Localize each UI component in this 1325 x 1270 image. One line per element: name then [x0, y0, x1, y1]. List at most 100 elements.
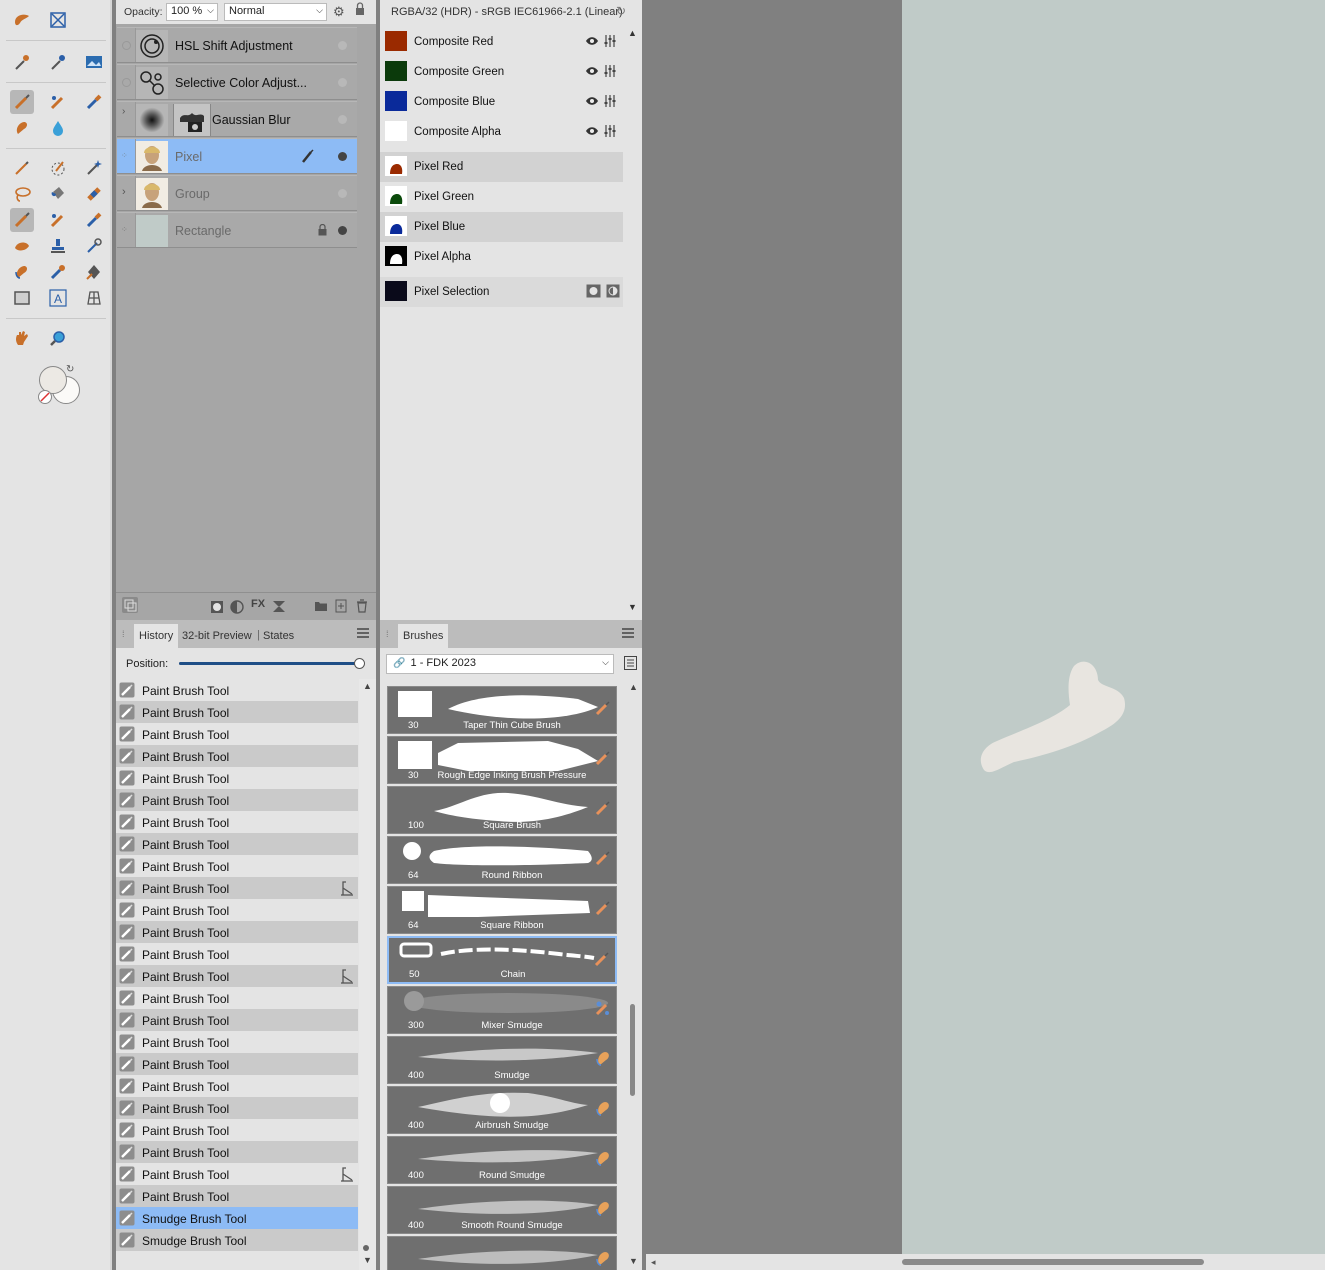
- flood-fill-tool-icon[interactable]: [46, 182, 70, 206]
- healing-tool-icon[interactable]: [82, 182, 106, 206]
- swap-colors-icon[interactable]: ↻: [66, 364, 74, 375]
- clone-stamp-tool-icon[interactable]: [46, 234, 70, 258]
- channel-pixel-red[interactable]: Pixel Red: [380, 152, 623, 182]
- channel-levels-icon[interactable]: [603, 64, 617, 81]
- panel-grip-icon[interactable]: ⁞: [386, 629, 389, 639]
- mixer-brush-alt-tool-icon[interactable]: [46, 208, 70, 232]
- lock-icon[interactable]: [318, 223, 327, 239]
- eye-icon[interactable]: [585, 96, 599, 109]
- history-item[interactable]: Paint Brush Tool: [116, 745, 358, 767]
- panel-grip-icon[interactable]: ⁞: [122, 629, 125, 639]
- snapshot-marker-icon[interactable]: [340, 880, 354, 899]
- mask-icon[interactable]: [586, 284, 601, 301]
- scroll-down-arrow-icon[interactable]: ▼: [363, 1255, 372, 1265]
- blend-mode-dropdown[interactable]: Normal ⌵: [224, 3, 327, 21]
- history-item[interactable]: Paint Brush Tool: [116, 679, 358, 701]
- history-item[interactable]: Paint Brush Tool: [116, 789, 358, 811]
- selection-brush-tool-icon[interactable]: [46, 156, 70, 180]
- tab-history[interactable]: History: [134, 624, 179, 648]
- scroll-thumb[interactable]: [363, 1245, 369, 1251]
- history-item[interactable]: Paint Brush Tool: [116, 1031, 358, 1053]
- smudge-brush-tool-icon[interactable]: [10, 116, 34, 140]
- layer-visible-dot[interactable]: [338, 189, 347, 198]
- layer-visibility[interactable]: [117, 28, 136, 62]
- history-item[interactable]: Paint Brush Tool: [116, 767, 358, 789]
- color-swatches[interactable]: ↻: [36, 364, 86, 408]
- history-item[interactable]: Paint Brush Tool: [116, 1163, 358, 1185]
- history-item[interactable]: Paint Brush Tool: [116, 1185, 358, 1207]
- view-tool-icon[interactable]: [10, 8, 34, 32]
- scroll-up-arrow-icon[interactable]: ▲: [629, 682, 638, 692]
- paint-brush-tool-icon[interactable]: [10, 90, 34, 114]
- layer-visibility[interactable]: [117, 65, 136, 99]
- color-sampler-tool-icon[interactable]: [46, 50, 70, 74]
- magic-wand-tool-icon[interactable]: [82, 156, 106, 180]
- history-item[interactable]: Paint Brush Tool: [116, 833, 358, 855]
- brush-list-menu-icon[interactable]: [624, 656, 637, 673]
- channel-pixel-blue[interactable]: Pixel Blue: [380, 212, 623, 242]
- layer-row-rectangle[interactable]: ⁘ Rectangle: [117, 212, 357, 248]
- erase-alt-tool-icon[interactable]: [82, 208, 106, 232]
- patch-tool-icon[interactable]: [10, 234, 34, 258]
- scroll-up-arrow-icon[interactable]: ▲: [363, 681, 372, 691]
- blur-brush-tool-icon[interactable]: [46, 116, 70, 140]
- rectangle-tool-icon[interactable]: [10, 286, 34, 310]
- brush-item-partial[interactable]: [387, 1236, 617, 1270]
- document-canvas[interactable]: [902, 0, 1325, 1254]
- red-eye-tool-icon[interactable]: [46, 260, 70, 284]
- refresh-icon[interactable]: ↻: [616, 4, 626, 18]
- history-item[interactable]: Paint Brush Tool: [116, 701, 358, 723]
- layer-drag-handle[interactable]: ⁘: [117, 213, 136, 247]
- history-item[interactable]: Paint Brush Tool: [116, 1119, 358, 1141]
- history-item[interactable]: Smudge Brush Tool: [116, 1207, 358, 1229]
- mixer-brush-tool-icon[interactable]: [46, 90, 70, 114]
- hand-tool-icon[interactable]: [10, 326, 34, 350]
- scroll-thumb[interactable]: [630, 1004, 635, 1096]
- layer-visible-dot[interactable]: [338, 78, 347, 87]
- brush-item[interactable]: 400 Smudge: [387, 1036, 617, 1084]
- eye-icon[interactable]: [585, 66, 599, 79]
- snapshot-marker-icon[interactable]: [340, 1166, 354, 1185]
- mesh-warp-tool-icon[interactable]: [82, 286, 106, 310]
- paint-brush-alt-tool-icon[interactable]: [10, 208, 34, 232]
- fx-icon[interactable]: FX: [251, 598, 265, 610]
- history-item[interactable]: Paint Brush Tool: [116, 943, 358, 965]
- pencil-tool-icon[interactable]: [10, 156, 34, 180]
- layer-expander[interactable]: ›: [117, 176, 136, 210]
- snapshot-marker-icon[interactable]: [340, 968, 354, 987]
- channel-levels-icon[interactable]: [603, 94, 617, 111]
- history-item[interactable]: Paint Brush Tool: [116, 1009, 358, 1031]
- color-picker-tool-icon[interactable]: [10, 50, 34, 74]
- image-tool-icon[interactable]: [82, 50, 106, 74]
- history-item[interactable]: Paint Brush Tool: [116, 723, 358, 745]
- brushes-scrollbar[interactable]: ▲ ▼: [626, 682, 642, 1270]
- lock-icon[interactable]: [355, 2, 365, 19]
- pen-tool-icon[interactable]: [82, 260, 106, 284]
- layer-row-selective-color[interactable]: Selective Color Adjust...: [117, 64, 357, 100]
- tab-32bit-preview[interactable]: 32-bit Preview: [177, 624, 257, 648]
- brush-item[interactable]: 50 Chain: [387, 936, 617, 984]
- artistic-text-tool-icon[interactable]: A: [46, 286, 70, 310]
- brush-item[interactable]: 400 Airbrush Smudge: [387, 1086, 617, 1134]
- layer-options-icon[interactable]: [122, 597, 138, 613]
- history-scrollbar[interactable]: ▲ ▼: [359, 679, 376, 1270]
- gear-icon[interactable]: ⚙: [333, 4, 345, 20]
- layer-visible-dot[interactable]: [338, 41, 347, 50]
- erase-brush-tool-icon[interactable]: [82, 90, 106, 114]
- layer-visible-dot[interactable]: [338, 226, 347, 235]
- position-slider[interactable]: [179, 658, 365, 669]
- history-item[interactable]: Paint Brush Tool: [116, 877, 358, 899]
- add-layer-icon[interactable]: [335, 599, 347, 616]
- trash-icon[interactable]: [356, 599, 368, 616]
- mask-icon[interactable]: [210, 600, 224, 617]
- layer-visible-dot[interactable]: [338, 115, 347, 124]
- brush-item[interactable]: 100 Square Brush: [387, 786, 617, 834]
- history-item[interactable]: Paint Brush Tool: [116, 1097, 358, 1119]
- channel-levels-icon[interactable]: [603, 34, 617, 51]
- channel-composite-blue[interactable]: Composite Blue: [380, 87, 623, 117]
- channel-pixel-alpha[interactable]: Pixel Alpha: [380, 242, 623, 272]
- transparent-color-icon[interactable]: [38, 390, 52, 404]
- dodge-tool-icon[interactable]: [82, 234, 106, 258]
- brush-item[interactable]: 400 Round Smudge: [387, 1136, 617, 1184]
- history-item[interactable]: Paint Brush Tool: [116, 1053, 358, 1075]
